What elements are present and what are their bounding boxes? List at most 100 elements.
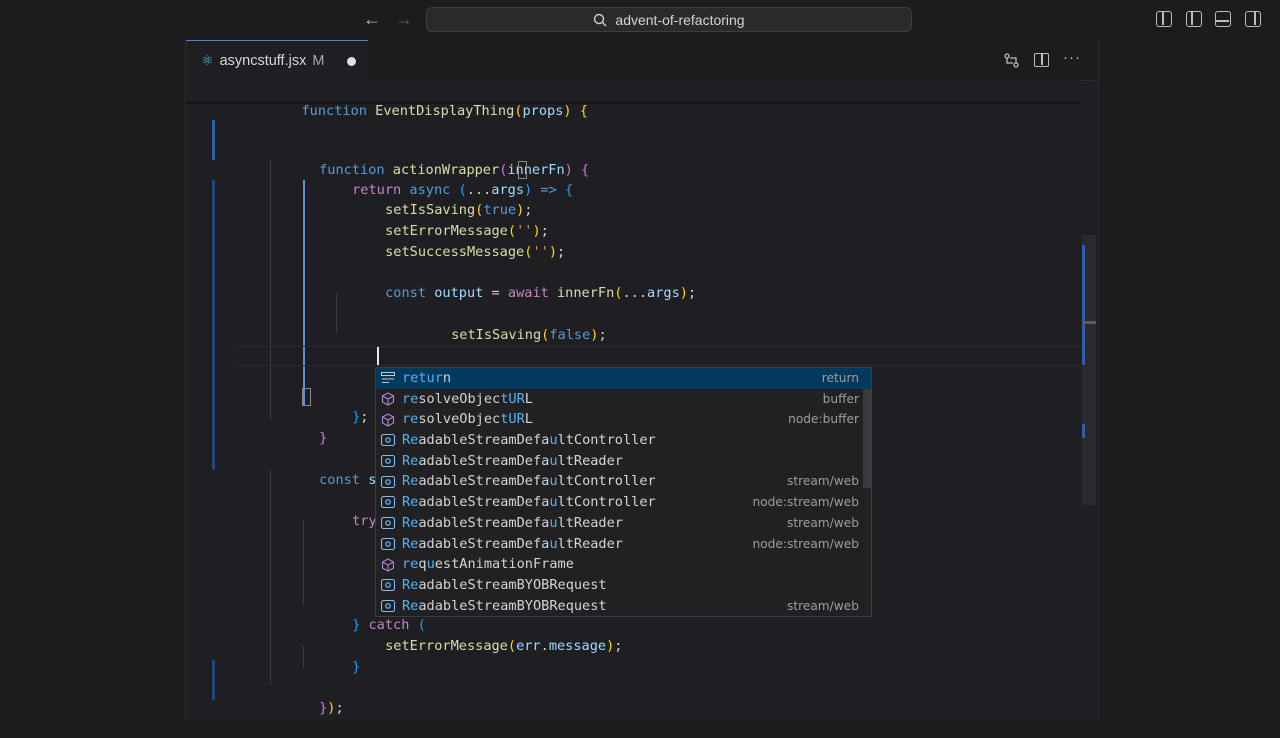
scrollbar-change-marker (1082, 245, 1085, 365)
variable: output (434, 285, 484, 301)
suggestion-label: resolveObjectURL (402, 390, 533, 407)
code-line: setSuccessMessage(''); (336, 222, 565, 260)
suggestion-label: ReadableStreamDefaultReader (402, 535, 623, 552)
suggestion-item[interactable]: ReadableStreamDefaultController node:stre… (376, 492, 871, 513)
brace: { (579, 103, 588, 119)
paren: ( (507, 638, 517, 654)
code-line: setErrorMessage(err.message); (336, 616, 622, 654)
sticky-scroll-header[interactable]: function EventDisplayThing(props) { (186, 80, 1081, 119)
semicolon: ; (598, 327, 607, 343)
string: '' (532, 244, 549, 260)
keyword: const (385, 285, 427, 301)
bracket-match-box (518, 161, 527, 179)
function-name: EventDisplayThing (375, 103, 515, 119)
semicolon: ; (557, 244, 566, 260)
toggle-primary-sidebar-icon[interactable] (1186, 11, 1202, 27)
suggestion-detail: node:stream/web (752, 495, 859, 510)
arrow: => (540, 182, 557, 198)
semicolon: ; (335, 700, 344, 716)
suggestion-detail: stream/web (786, 598, 859, 613)
spread: ... (622, 285, 648, 301)
search-icon (594, 13, 607, 26)
command-center-label: advent-of-refactoring (615, 11, 745, 28)
toggle-secondary-sidebar-icon[interactable] (1245, 11, 1261, 27)
paren: ) (548, 244, 557, 260)
gutter-indicator (212, 180, 215, 470)
suggestion-item[interactable]: ReadableStreamBYOBRequest (376, 575, 871, 596)
variable-icon (380, 536, 396, 552)
suggestion-item[interactable]: return return (376, 368, 871, 389)
forward-arrow-icon[interactable]: → (395, 8, 413, 30)
suggestion-label: ReadableStreamDefaultReader (402, 514, 623, 531)
code-line: }); (270, 678, 344, 716)
variable-icon (380, 598, 396, 614)
code-line-current: retur (336, 346, 426, 384)
literal: false (549, 327, 591, 343)
command-center-search[interactable]: advent-of-refactoring (426, 7, 912, 32)
code-line: const output = await innerFn(...args); (336, 263, 696, 301)
suggestion-item[interactable]: ReadableStreamDefaultController stream/we… (376, 471, 871, 492)
variable-icon (380, 515, 396, 531)
suggestion-widget[interactable]: return return resolveObjectURL buffer resolv… (375, 367, 872, 617)
suggestion-label: ReadableStreamBYOBRequest (402, 597, 607, 614)
suggestion-detail: stream/web (786, 515, 859, 530)
keyword-icon (380, 370, 396, 386)
variable-icon (380, 577, 396, 593)
toggle-panel-icon[interactable] (1215, 11, 1231, 27)
operator: = (491, 285, 500, 301)
brace: { (564, 182, 574, 198)
scrollbar-change-marker (1082, 424, 1085, 438)
suggestion-label: requestAnimationFrame (402, 556, 574, 573)
code-line: function actionWrapper(innerFn) { (270, 140, 589, 178)
suggestion-item[interactable]: ReadableStreamDefaultReader node:stream/w… (376, 534, 871, 555)
suggestion-label: ReadableStreamBYOBRequest (402, 576, 607, 593)
function-icon (380, 557, 396, 573)
title-bar: ← → advent-of-refactoring (0, 0, 1280, 40)
suggestion-item[interactable]: resolveObjectURL node:buffer (376, 409, 871, 430)
keyword: await (507, 285, 549, 301)
keyword: const (319, 472, 361, 488)
variable-icon (380, 494, 396, 510)
paren: ) (563, 103, 572, 119)
code-line: }; (303, 387, 368, 425)
suggestion-detail: buffer (822, 391, 859, 406)
gutter-indicator (212, 660, 215, 700)
customize-layout-icon[interactable] (1156, 11, 1172, 27)
suggestion-item[interactable]: ReadableStreamDefaultReader stream/web (376, 513, 871, 534)
property: message (548, 638, 607, 654)
paren: ) (679, 285, 688, 301)
brace: { (581, 162, 590, 178)
back-arrow-icon[interactable]: ← (363, 8, 381, 30)
code-line: setErrorMessage(''); (336, 201, 549, 239)
suggestion-item[interactable]: resolveObjectURL buffer (376, 389, 871, 410)
suggestion-item[interactable]: ReadableStreamDefaultReader (376, 451, 871, 472)
suggestion-label: ReadableStreamDefaultController (402, 473, 656, 490)
code-line: } (303, 637, 360, 675)
code-line: return async (...args) => { (303, 160, 573, 198)
code-line: setIsSaving(false); (402, 305, 607, 343)
variable-icon (380, 432, 396, 448)
brace: } (352, 659, 361, 675)
suggestion-label: return (402, 370, 452, 386)
variable-icon (380, 453, 396, 469)
suggestion-item[interactable]: ReadableStreamDefaultController (376, 430, 871, 451)
function-icon (380, 391, 396, 407)
scrollbar-cursor-marker (1082, 321, 1096, 324)
code-line: setIsSaving(true); (336, 180, 532, 218)
semicolon: ; (614, 638, 623, 654)
dot: . (540, 638, 549, 654)
code-line: } (270, 408, 327, 446)
keyword: function (301, 103, 367, 119)
suggestion-item[interactable]: requestAnimationFrame (376, 554, 871, 575)
suggestion-label: resolveObjectURL (402, 411, 533, 428)
param: args (647, 285, 680, 301)
vertical-scrollbar[interactable] (1082, 102, 1098, 720)
bracket-match-box (302, 388, 311, 406)
suggestion-detail: return (821, 371, 859, 385)
suggestion-item[interactable]: ReadableStreamBYOBRequest stream/web (376, 596, 871, 616)
function-call: innerFn (557, 285, 615, 301)
text-cursor (377, 347, 379, 365)
brace: } (319, 430, 328, 446)
function-call: setErrorMessage (385, 638, 508, 654)
suggestion-label: ReadableStreamDefaultController (402, 494, 656, 511)
